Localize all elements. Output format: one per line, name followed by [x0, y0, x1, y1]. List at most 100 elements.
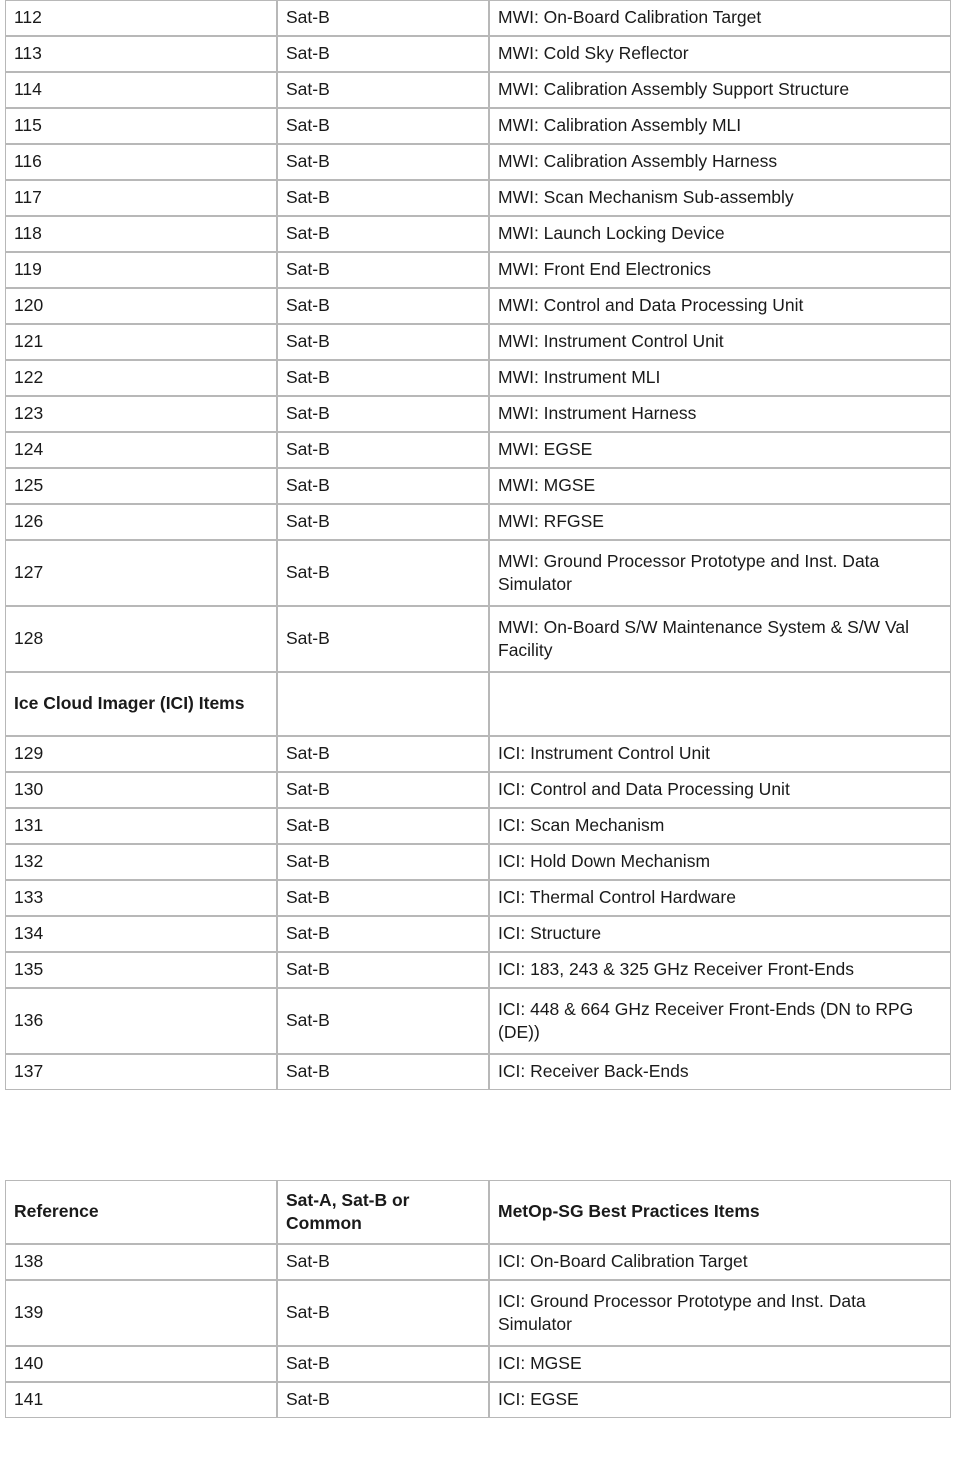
reference-cell: 134 — [5, 916, 277, 952]
item-description-cell: ICI: Receiver Back-Ends — [489, 1054, 951, 1090]
reference-cell: 130 — [5, 772, 277, 808]
satellite-cell: Sat-B — [277, 844, 489, 880]
satellite-cell: Sat-B — [277, 736, 489, 772]
table-row: 117 Sat-B MWI: Scan Mechanism Sub-assembly — [5, 180, 951, 216]
satellite-cell: Sat-B — [277, 216, 489, 252]
satellite-cell: Sat-B — [277, 1244, 489, 1280]
satellite-cell: Sat-B — [277, 396, 489, 432]
satellite-cell: Sat-B — [277, 988, 489, 1054]
item-description-cell: MWI: Scan Mechanism Sub-assembly — [489, 180, 951, 216]
satellite-cell: Sat-B — [277, 144, 489, 180]
satellite-cell: Sat-B — [277, 324, 489, 360]
column-header-satellite: Sat-A, Sat-B or Common — [277, 1180, 489, 1244]
item-description-cell — [489, 672, 951, 736]
item-description-cell: ICI: On-Board Calibration Target — [489, 1244, 951, 1280]
reference-cell: 116 — [5, 144, 277, 180]
item-description-cell: MWI: On-Board S/W Maintenance System & S… — [489, 606, 951, 672]
table-row: 123 Sat-B MWI: Instrument Harness — [5, 396, 951, 432]
item-description-cell: ICI: MGSE — [489, 1346, 951, 1382]
satellite-cell: Sat-B — [277, 1346, 489, 1382]
table-row: 140 Sat-B ICI: MGSE — [5, 1346, 951, 1382]
reference-cell: 135 — [5, 952, 277, 988]
reference-cell: 141 — [5, 1382, 277, 1418]
table-header-row: Reference Sat-A, Sat-B or Common MetOp-SG … — [5, 1180, 951, 1244]
table-row: 127 Sat-B MWI: Ground Processor Prototype … — [5, 540, 951, 606]
satellite-cell: Sat-B — [277, 1054, 489, 1090]
table-row: 133 Sat-B ICI: Thermal Control Hardware — [5, 880, 951, 916]
reference-cell: 117 — [5, 180, 277, 216]
reference-cell: 120 — [5, 288, 277, 324]
item-description-cell: MWI: Calibration Assembly Support Struct… — [489, 72, 951, 108]
satellite-cell: Sat-B — [277, 916, 489, 952]
item-description-cell: ICI: 183, 243 & 325 GHz Receiver Front-E… — [489, 952, 951, 988]
table-row: 129 Sat-B ICI: Instrument Control Unit — [5, 736, 951, 772]
item-description-cell: ICI: Instrument Control Unit — [489, 736, 951, 772]
satellite-cell: Sat-B — [277, 36, 489, 72]
item-description-cell: ICI: 448 & 664 GHz Receiver Front-Ends (… — [489, 988, 951, 1054]
table-row: 141 Sat-B ICI: EGSE — [5, 1382, 951, 1418]
item-description-cell: MWI: Control and Data Processing Unit — [489, 288, 951, 324]
satellite-cell: Sat-B — [277, 432, 489, 468]
table-row: 135 Sat-B ICI: 183, 243 & 325 GHz Receiver… — [5, 952, 951, 988]
table-row: 132 Sat-B ICI: Hold Down Mechanism — [5, 844, 951, 880]
reference-cell: 121 — [5, 324, 277, 360]
table-row: 137 Sat-B ICI: Receiver Back-Ends — [5, 1054, 951, 1090]
table-row: 138 Sat-B ICI: On-Board Calibration Target — [5, 1244, 951, 1280]
reference-cell: 131 — [5, 808, 277, 844]
items-table-primary: 112 Sat-B MWI: On-Board Calibration Target… — [5, 0, 951, 1090]
reference-cell: 124 — [5, 432, 277, 468]
satellite-cell: Sat-B — [277, 540, 489, 606]
table-row: 139 Sat-B ICI: Ground Processor Prototype … — [5, 1280, 951, 1346]
reference-cell: 115 — [5, 108, 277, 144]
satellite-cell: Sat-B — [277, 772, 489, 808]
item-description-cell: MWI: Instrument Control Unit — [489, 324, 951, 360]
table-row: 122 Sat-B MWI: Instrument MLI — [5, 360, 951, 396]
reference-cell: 112 — [5, 0, 277, 36]
table-row: 130 Sat-B ICI: Control and Data Processing… — [5, 772, 951, 808]
table-row: 113 Sat-B MWI: Cold Sky Reflector — [5, 36, 951, 72]
items-table-secondary: Reference Sat-A, Sat-B or Common MetOp-SG … — [5, 1180, 951, 1418]
item-description-cell: MWI: Calibration Assembly Harness — [489, 144, 951, 180]
table-row: 114 Sat-B MWI: Calibration Assembly Suppor… — [5, 72, 951, 108]
satellite-cell — [277, 672, 489, 736]
reference-cell: 129 — [5, 736, 277, 772]
item-description-cell: MWI: Instrument Harness — [489, 396, 951, 432]
satellite-cell: Sat-B — [277, 952, 489, 988]
satellite-cell: Sat-B — [277, 288, 489, 324]
reference-cell: 113 — [5, 36, 277, 72]
item-description-cell: ICI: Scan Mechanism — [489, 808, 951, 844]
satellite-cell: Sat-B — [277, 606, 489, 672]
item-description-cell: ICI: Control and Data Processing Unit — [489, 772, 951, 808]
reference-cell: 137 — [5, 1054, 277, 1090]
table-row: 112 Sat-B MWI: On-Board Calibration Target — [5, 0, 951, 36]
item-description-cell: MWI: RFGSE — [489, 504, 951, 540]
item-description-cell: ICI: Hold Down Mechanism — [489, 844, 951, 880]
table-row: 118 Sat-B MWI: Launch Locking Device — [5, 216, 951, 252]
table-row: 131 Sat-B ICI: Scan Mechanism — [5, 808, 951, 844]
column-header-items: MetOp-SG Best Practices Items — [489, 1180, 951, 1244]
reference-cell: 133 — [5, 880, 277, 916]
satellite-cell: Sat-B — [277, 1280, 489, 1346]
reference-cell: 123 — [5, 396, 277, 432]
item-description-cell: ICI: Thermal Control Hardware — [489, 880, 951, 916]
satellite-cell: Sat-B — [277, 468, 489, 504]
item-description-cell: MWI: Launch Locking Device — [489, 216, 951, 252]
item-description-cell: MWI: Cold Sky Reflector — [489, 36, 951, 72]
table-row: 116 Sat-B MWI: Calibration Assembly Harnes… — [5, 144, 951, 180]
item-description-cell: MWI: MGSE — [489, 468, 951, 504]
reference-cell: 139 — [5, 1280, 277, 1346]
reference-cell: 138 — [5, 1244, 277, 1280]
reference-cell: 114 — [5, 72, 277, 108]
satellite-cell: Sat-B — [277, 880, 489, 916]
satellite-cell: Sat-B — [277, 108, 489, 144]
table-row: 128 Sat-B MWI: On-Board S/W Maintenance Sy… — [5, 606, 951, 672]
table-row: 136 Sat-B ICI: 448 & 664 GHz Receiver Fron… — [5, 988, 951, 1054]
reference-cell: 127 — [5, 540, 277, 606]
table-row: 126 Sat-B MWI: RFGSE — [5, 504, 951, 540]
satellite-cell: Sat-B — [277, 808, 489, 844]
table-row: 134 Sat-B ICI: Structure — [5, 916, 951, 952]
table-row: Ice Cloud Imager (ICI) Items — [5, 672, 951, 736]
satellite-cell: Sat-B — [277, 0, 489, 36]
item-description-cell: MWI: On-Board Calibration Target — [489, 0, 951, 36]
reference-cell: 140 — [5, 1346, 277, 1382]
